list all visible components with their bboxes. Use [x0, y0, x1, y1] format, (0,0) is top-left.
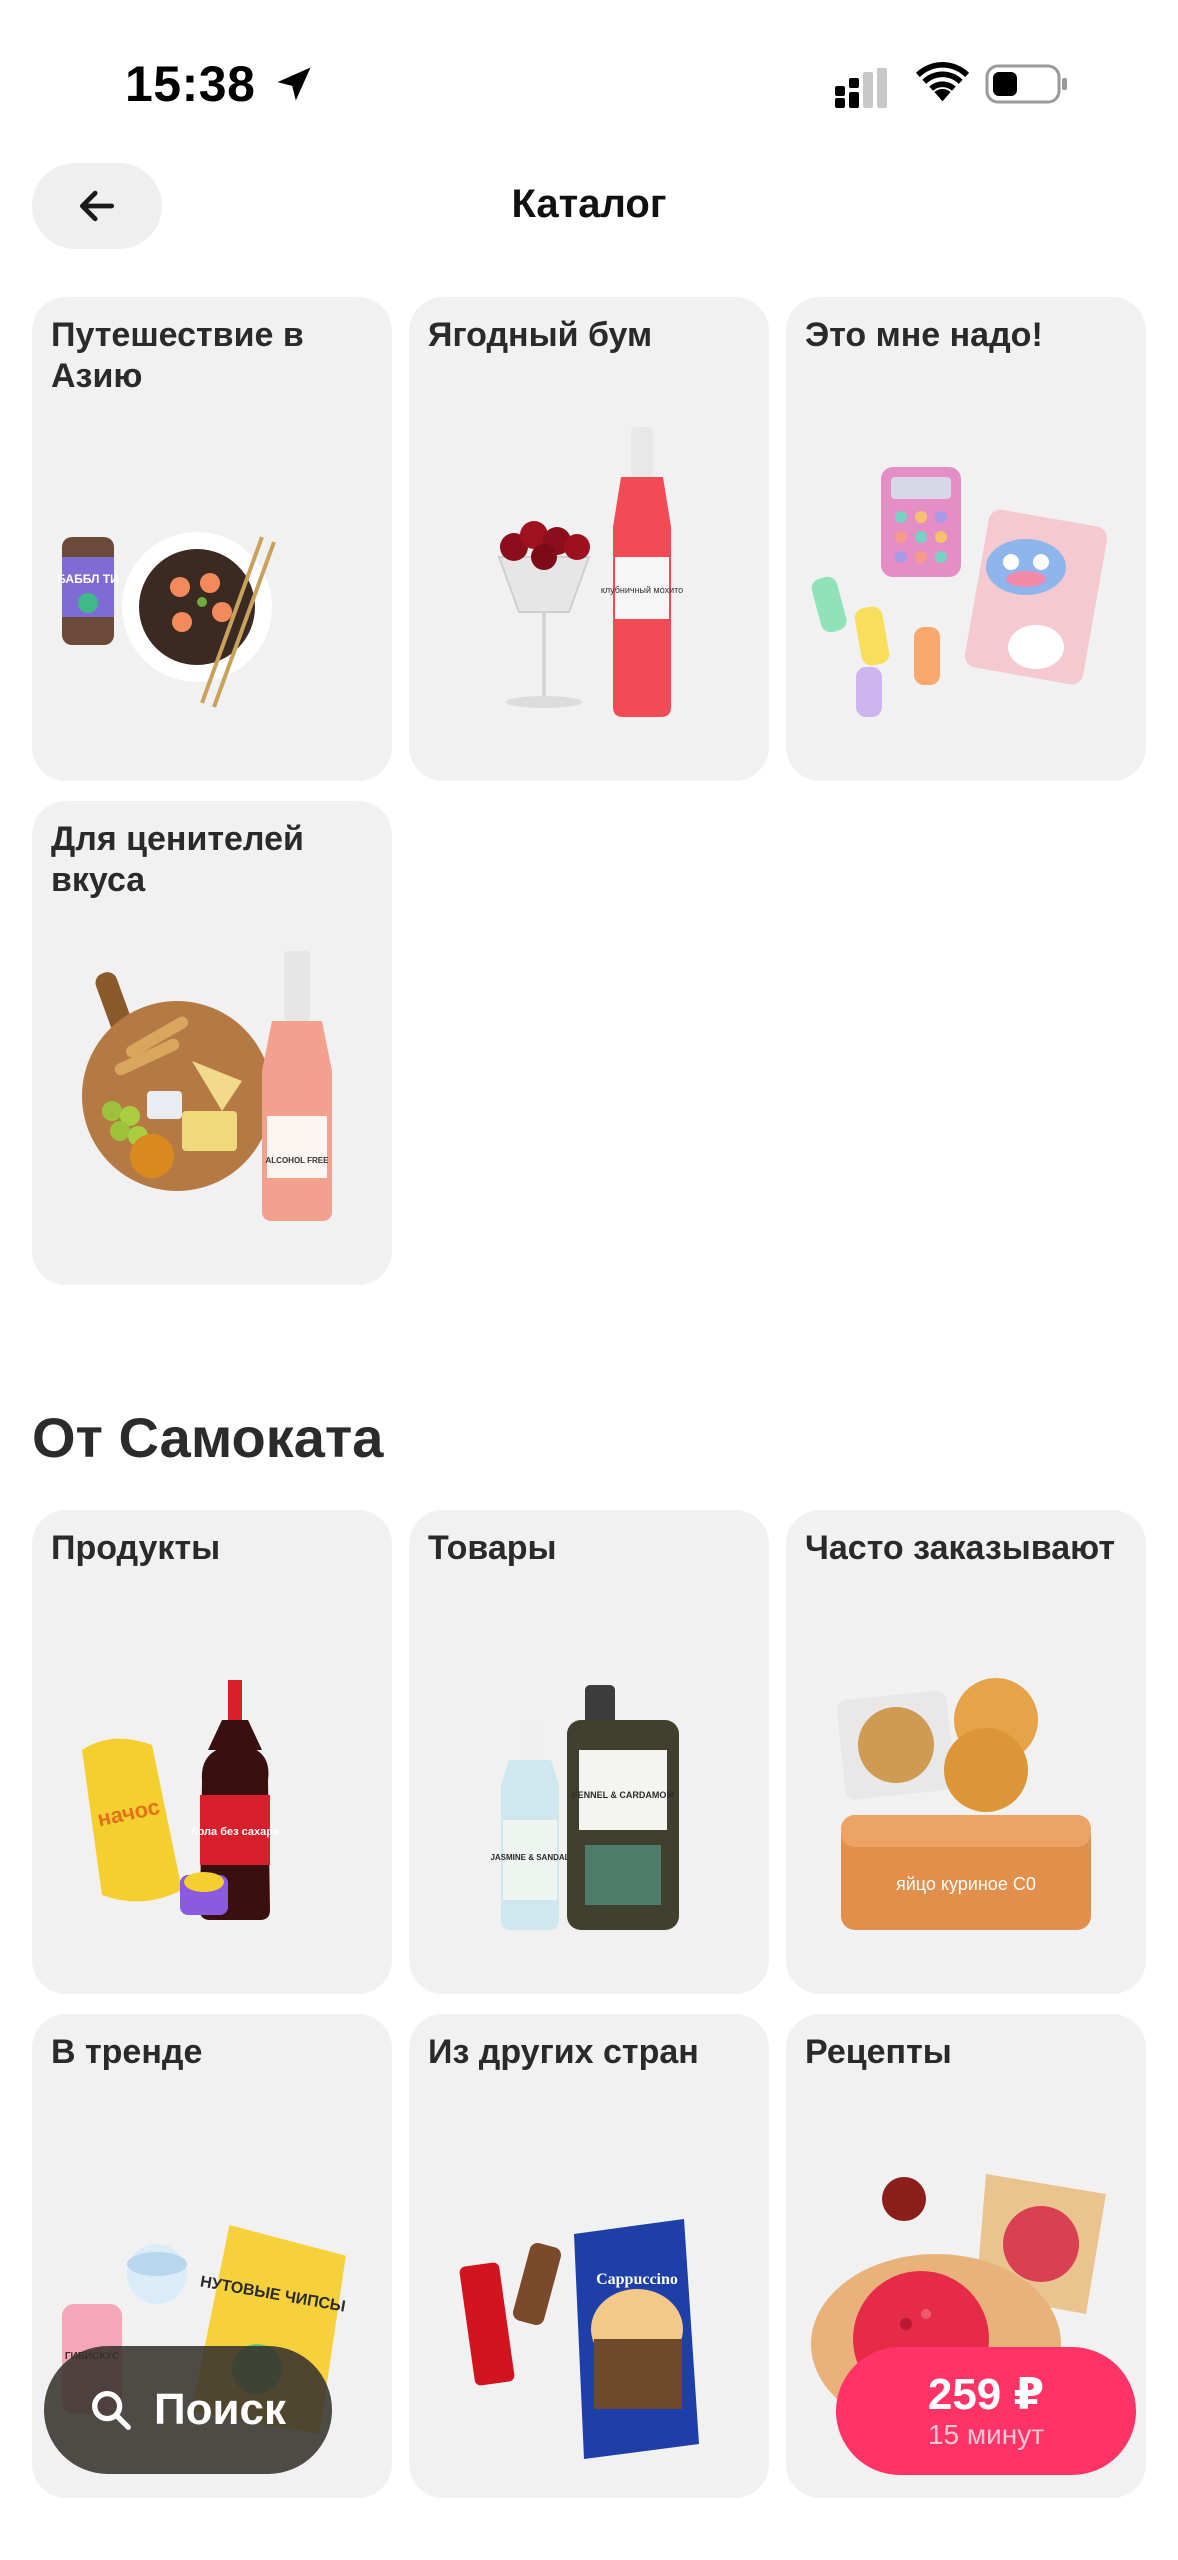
bubble-tea-label: БАББЛ ТИ	[57, 572, 119, 586]
category-card-goods[interactable]: Товары JASMINE & SANDAL FENNEL & CARDAMO…	[409, 1510, 769, 1994]
cart-button[interactable]: 259 ₽ 15 минут	[836, 2347, 1136, 2475]
cheese-board-illustration: ALCOHOL FREE	[82, 951, 332, 1221]
delivery-eta: 15 минут	[927, 2419, 1045, 2450]
category-card-frequently-ordered[interactable]: Часто заказывают яйцо куриное С0	[786, 1510, 1146, 1994]
category-card-need-this[interactable]: Это мне надо!	[786, 297, 1146, 781]
stationery-illustration	[811, 467, 1108, 717]
products-illustration: начос Кола без сахара	[82, 1680, 280, 1920]
card-title: Это мне надо!	[805, 316, 1043, 354]
card-title: Из других стран	[428, 2033, 699, 2071]
berry-drink-label: клубничный мохито	[601, 585, 683, 595]
search-icon	[92, 2391, 131, 2430]
cart-price: 259 ₽	[927, 2370, 1045, 2419]
wifi-icon	[915, 62, 970, 102]
search-button-label: Поиск	[154, 2385, 287, 2434]
section-title: От Самоката	[32, 1406, 384, 1469]
card-title: Для ценителей вкуса	[51, 820, 304, 899]
jasmine-label: JASMINE & SANDAL	[490, 1853, 569, 1862]
card-title: Путешествие в Азию	[51, 316, 304, 395]
goods-illustration: JASMINE & SANDAL FENNEL & CARDAMOM	[490, 1685, 679, 1930]
search-button[interactable]: Поиск	[44, 2346, 332, 2474]
category-card-products[interactable]: Продукты начос Кола без сахара	[32, 1510, 392, 1994]
wine-label: ALCOHOL FREE	[266, 1156, 330, 1165]
category-card-asia[interactable]: Путешествие в Азию БАББЛ ТИ	[32, 297, 392, 781]
card-title: В тренде	[51, 2033, 203, 2071]
location-arrow-icon	[277, 67, 311, 101]
status-time: 15:38	[125, 56, 256, 112]
cellular-signal-icon	[835, 68, 887, 108]
category-card-connoisseurs[interactable]: Для ценителей вкуса ALCOHOL FREE	[32, 801, 392, 1285]
category-card-other-countries[interactable]: Из других стран Cappuccino	[409, 2014, 769, 2498]
cappuccino-label: Cappuccino	[596, 2271, 678, 2288]
page-title: Каталог	[511, 182, 667, 226]
international-illustration: Cappuccino	[459, 2219, 699, 2459]
fennel-label: FENNEL & CARDAMOM	[572, 1790, 674, 1800]
card-title: Ягодный бум	[428, 316, 653, 354]
card-title: Продукты	[51, 1529, 221, 1567]
category-card-berry-boom[interactable]: Ягодный бум клубничный мохито	[409, 297, 769, 781]
status-bar: 15:38	[0, 0, 1178, 150]
berry-illustration: клубничный мохито	[497, 427, 683, 717]
battery-icon	[985, 64, 1067, 104]
frequent-illustration: яйцо куриное С0	[837, 1678, 1091, 1930]
card-title: Товары	[428, 1529, 557, 1567]
card-title: Рецепты	[805, 2033, 952, 2071]
card-title: Часто заказывают	[805, 1529, 1115, 1567]
eggs-label: яйцо куриное С0	[896, 1874, 1036, 1894]
cola-label: Кола без сахара	[191, 1826, 280, 1838]
asia-illustration: БАББЛ ТИ	[57, 532, 276, 708]
